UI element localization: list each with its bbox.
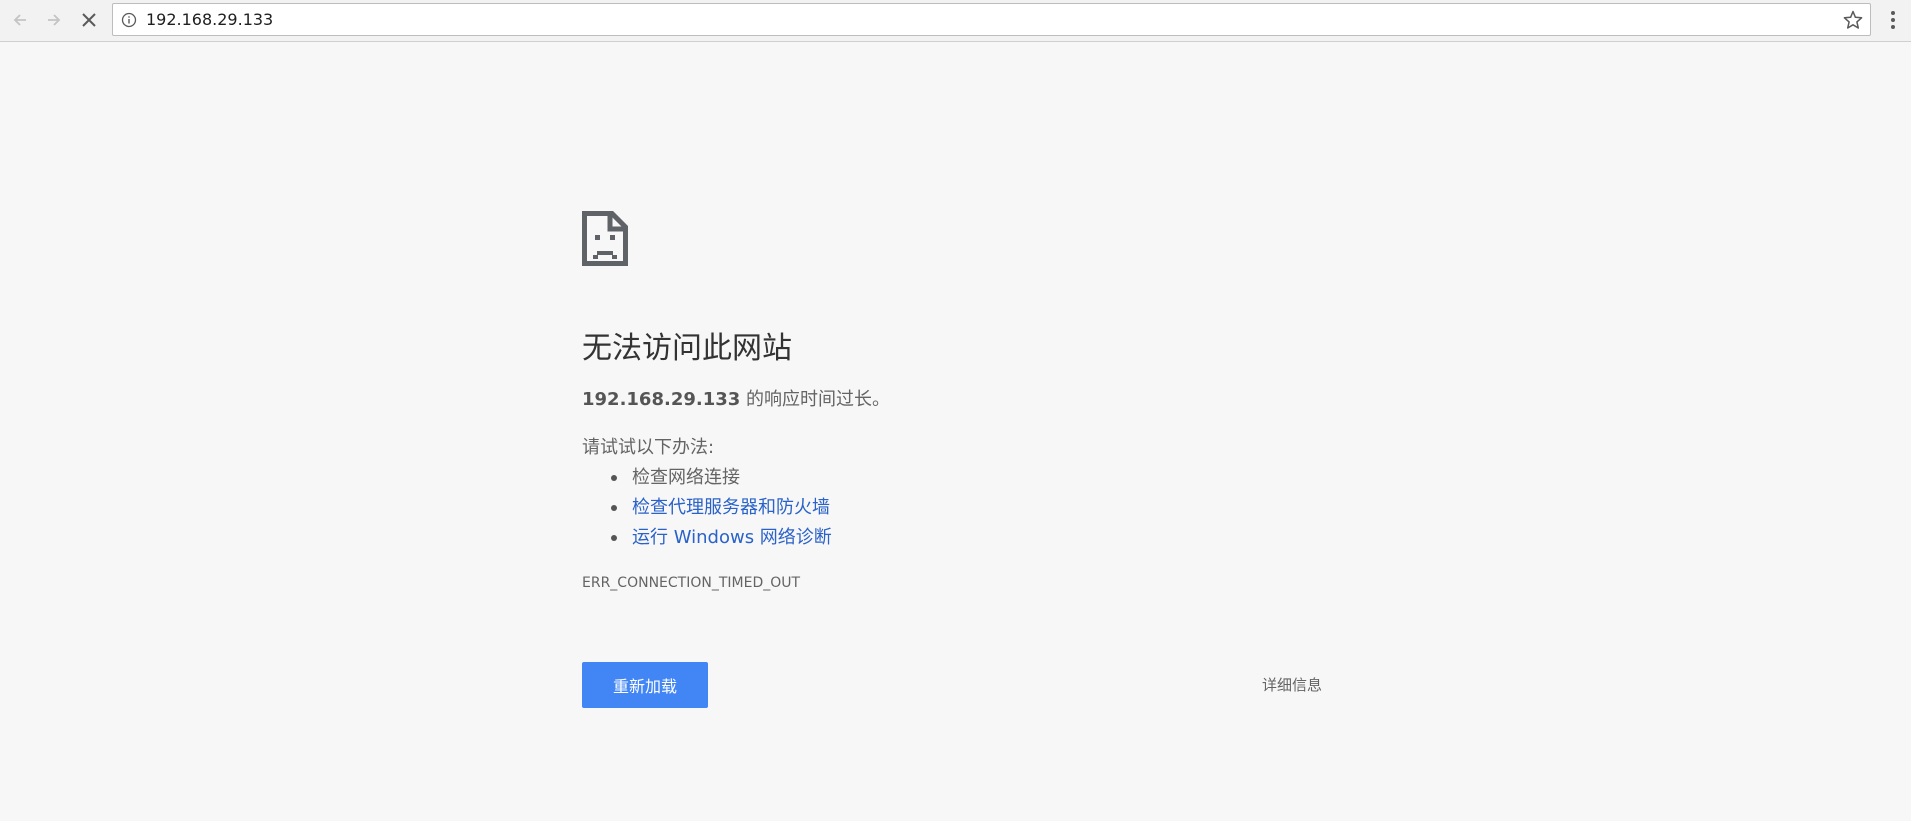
close-icon [82, 13, 96, 27]
info-circle-icon[interactable] [121, 12, 137, 28]
reload-button[interactable]: 重新加载 [582, 662, 708, 708]
suggestions-list: 检查网络连接 检查代理服务器和防火墙 运行 Windows 网络诊断 [582, 463, 832, 553]
arrow-left-icon [13, 14, 26, 26]
bullet-icon [611, 475, 617, 481]
bullet-icon [611, 505, 617, 511]
suggestions-title: 请试试以下办法: [582, 437, 715, 458]
suggestion-check-connection: 检查网络连接 [582, 463, 832, 493]
details-button[interactable]: 详细信息 [1262, 662, 1322, 708]
error-description: 192.168.29.133 的响应时间过长。 [582, 385, 890, 411]
suggestion-check-proxy-firewall: 检查代理服务器和防火墙 [582, 493, 832, 523]
back-button[interactable] [5, 5, 35, 35]
browser-toolbar: 192.168.29.133 [0, 0, 1911, 42]
error-description-suffix: 的响应时间过长。 [740, 389, 891, 410]
run-network-diagnostics-link[interactable]: 运行 Windows 网络诊断 [632, 527, 832, 548]
page-title: 无法访问此网站 [582, 331, 792, 366]
stop-button[interactable] [74, 5, 104, 35]
star-icon[interactable] [1842, 9, 1864, 31]
bullet-icon [611, 535, 617, 541]
address-bar[interactable]: 192.168.29.133 [112, 3, 1871, 36]
browser-menu-button[interactable] [1880, 5, 1906, 35]
address-text[interactable]: 192.168.29.133 [146, 4, 273, 35]
forward-button[interactable] [39, 5, 69, 35]
suggestion-run-diagnostics: 运行 Windows 网络诊断 [582, 523, 832, 553]
arrow-right-icon [48, 14, 61, 26]
error-host: 192.168.29.133 [582, 389, 741, 410]
more-vert-icon [1891, 11, 1895, 29]
check-proxy-firewall-link[interactable]: 检查代理服务器和防火墙 [632, 497, 830, 518]
sad-document-icon [582, 211, 628, 266]
error-code: ERR_CONNECTION_TIMED_OUT [582, 575, 801, 591]
suggestion-label: 检查网络连接 [632, 467, 740, 488]
